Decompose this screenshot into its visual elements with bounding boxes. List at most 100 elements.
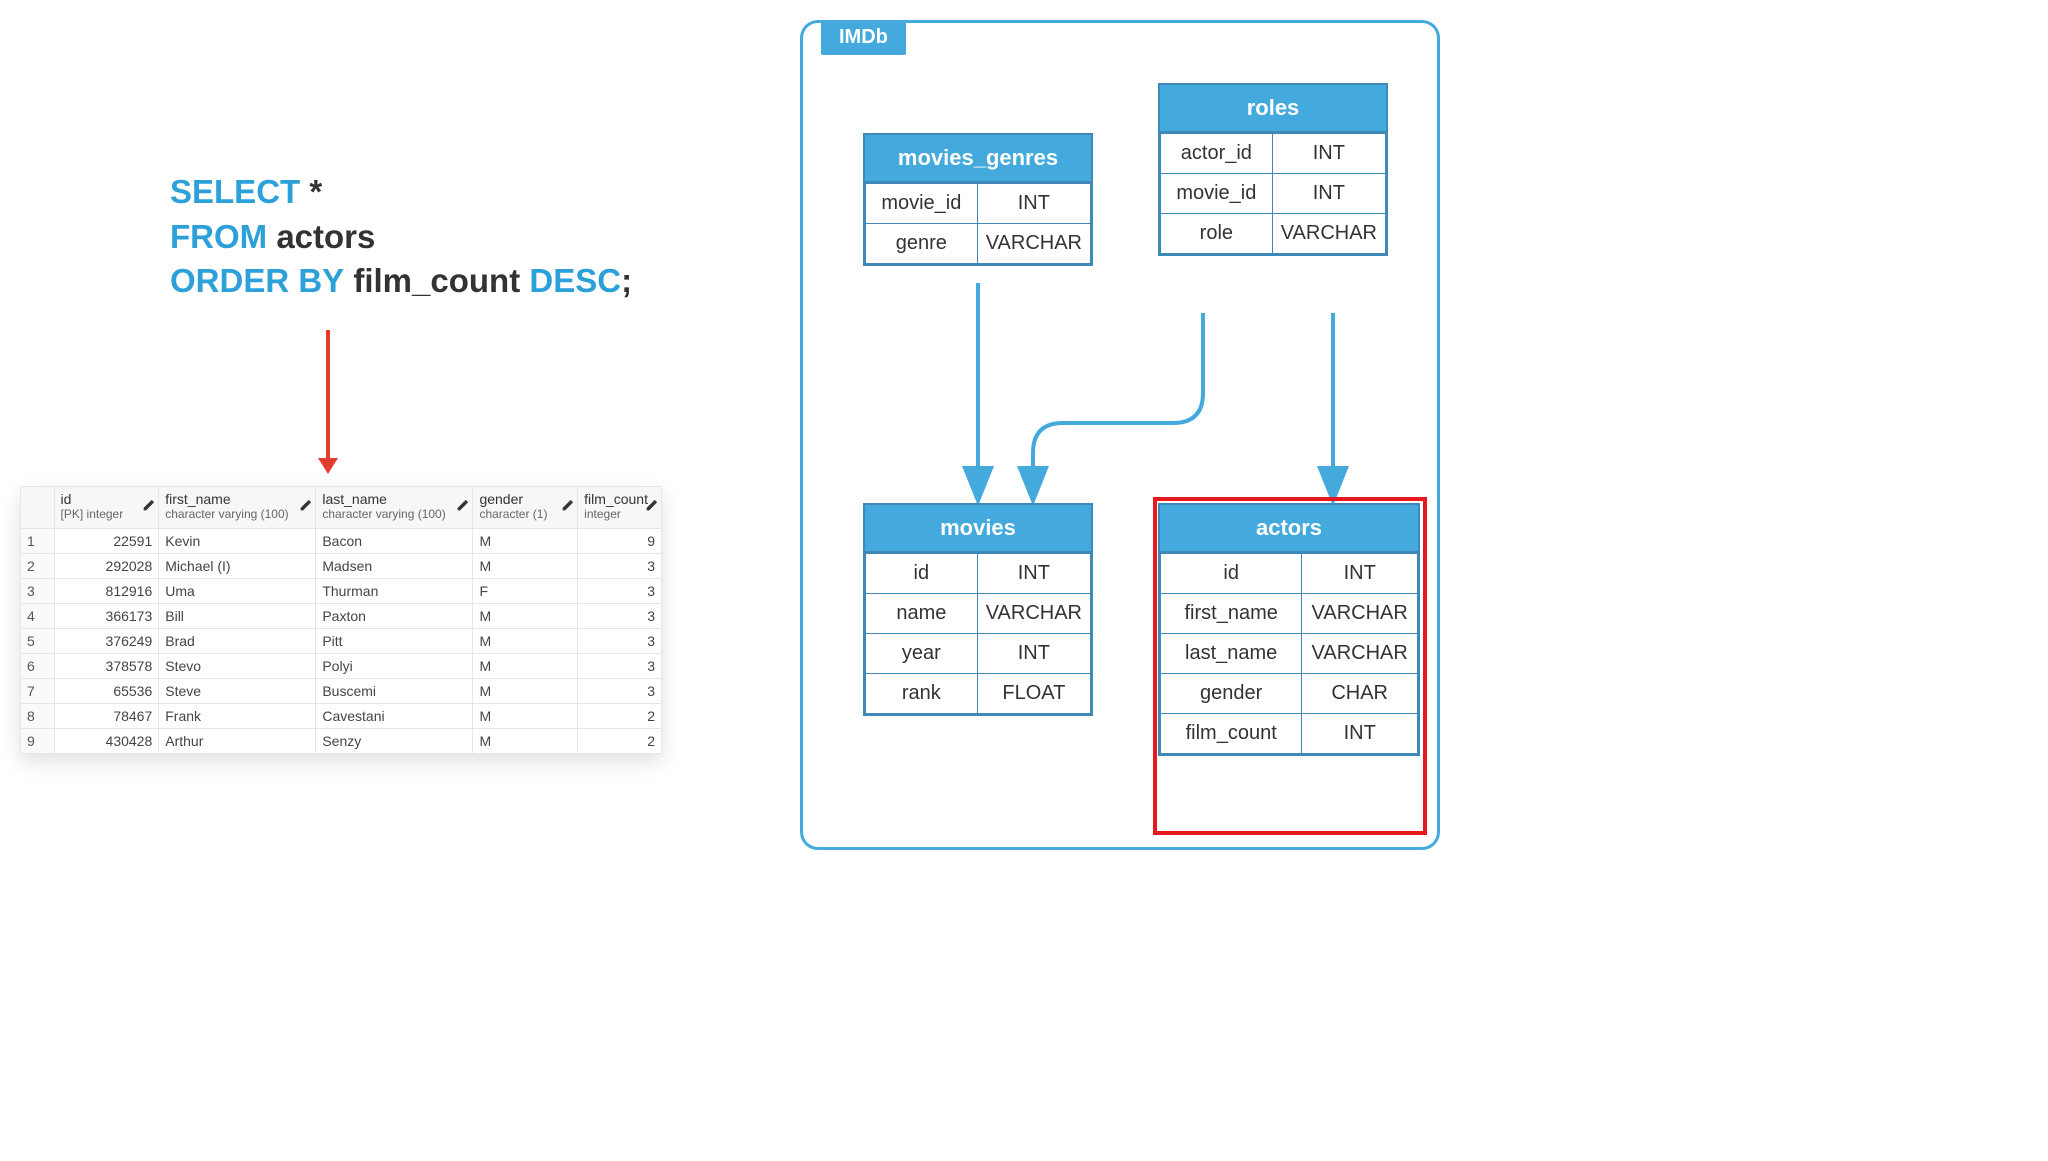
cell: 376249 [54,629,159,654]
cell: 3 [578,679,662,704]
entity-column-row: nameVARCHAR [866,594,1091,634]
entity-movies-genres: movies_genres movie_idINTgenreVARCHAR [863,133,1093,266]
cell: F [473,579,578,604]
entity-column-name: year [866,634,978,674]
entity-column-type: VARCHAR [1302,594,1418,634]
row-number-header [21,487,55,529]
entity-column-row: genreVARCHAR [866,224,1091,264]
entity-column-name: name [866,594,978,634]
cell: M [473,554,578,579]
row-number: 3 [21,579,55,604]
entity-column-name: movie_id [1161,174,1273,214]
cell: 3 [578,554,662,579]
cell: 430428 [54,729,159,754]
entity-column-type: CHAR [1302,674,1418,714]
entity-column-row: movie_idINT [1161,174,1386,214]
cell: Arthur [159,729,316,754]
entity-column-row: yearINT [866,634,1091,674]
column-name: gender [479,491,571,507]
entity-column-name: actor_id [1161,134,1273,174]
column-name: first_name [165,491,309,507]
entity-column-name: id [1161,554,1302,594]
cell: 22591 [54,529,159,554]
entity-columns: idINTfirst_nameVARCHARlast_nameVARCHARge… [1160,553,1418,754]
cell: Uma [159,579,316,604]
cell: M [473,629,578,654]
edit-icon[interactable] [561,499,573,511]
row-number: 2 [21,554,55,579]
row-number: 4 [21,604,55,629]
entity-column-name: gender [1161,674,1302,714]
entity-column-row: idINT [866,554,1091,594]
cell: 812916 [54,579,159,604]
entity-column-row: film_countINT [1161,714,1418,754]
column-type: character varying (100) [165,507,309,521]
entity-movies: movies idINTnameVARCHARyearINTrankFLOAT [863,503,1093,716]
column-type: character (1) [479,507,571,521]
entity-column-name: first_name [1161,594,1302,634]
row-number: 6 [21,654,55,679]
entity-column-name: rank [866,674,978,714]
cell: Kevin [159,529,316,554]
entity-column-type: INT [1302,554,1418,594]
entity-column-name: last_name [1161,634,1302,674]
cell: 366173 [54,604,159,629]
cell: 3 [578,654,662,679]
sql-semicolon: ; [621,262,632,299]
entity-column-type: VARCHAR [977,224,1090,264]
column-header: film_countinteger [578,487,662,529]
cell: 3 [578,579,662,604]
entity-column-row: movie_idINT [866,184,1091,224]
cell: 2 [578,729,662,754]
entity-column-type: INT [1272,174,1385,214]
cell: Bacon [316,529,473,554]
cell: M [473,529,578,554]
entity-column-type: INT [977,554,1090,594]
kw-from: FROM [170,218,267,255]
table-row: 2292028Michael (I)MadsenM3 [21,554,662,579]
cell: Pitt [316,629,473,654]
table-row: 5376249BradPittM3 [21,629,662,654]
cell: 2 [578,704,662,729]
entity-column-type: INT [977,634,1090,674]
cell: 9 [578,529,662,554]
table-row: 122591KevinBaconM9 [21,529,662,554]
column-type: character varying (100) [322,507,466,521]
entity-column-type: FLOAT [977,674,1090,714]
entity-columns: movie_idINTgenreVARCHAR [865,183,1091,264]
entity-actors: actors idINTfirst_nameVARCHARlast_nameVA… [1158,503,1420,756]
table-row: 878467FrankCavestaniM2 [21,704,662,729]
entity-column-type: VARCHAR [1302,634,1418,674]
entity-column-type: INT [1302,714,1418,754]
column-name: id [61,491,153,507]
edit-icon[interactable] [456,499,468,511]
cell: Madsen [316,554,473,579]
cell: Bill [159,604,316,629]
edit-icon[interactable] [142,499,154,511]
cell: 65536 [54,679,159,704]
cell: Thurman [316,579,473,604]
entity-column-row: rankFLOAT [866,674,1091,714]
row-number: 1 [21,529,55,554]
column-header: gendercharacter (1) [473,487,578,529]
entity-column-type: INT [1272,134,1385,174]
entity-header: movies [865,505,1091,553]
column-header: first_namecharacter varying (100) [159,487,316,529]
entity-columns: idINTnameVARCHARyearINTrankFLOAT [865,553,1091,714]
edit-icon[interactable] [645,499,657,511]
table-row: 3812916UmaThurmanF3 [21,579,662,604]
kw-orderby: ORDER BY [170,262,344,299]
kw-desc: DESC [529,262,621,299]
column-header: id[PK] integer [54,487,159,529]
edit-icon[interactable] [299,499,311,511]
cell: Senzy [316,729,473,754]
cell: Cavestani [316,704,473,729]
schema-panel: IMDb movies_genres movie_idINTgenreVARCH… [800,20,1440,850]
entity-column-type: INT [977,184,1090,224]
entity-roles: roles actor_idINTmovie_idINTroleVARCHAR [1158,83,1388,256]
result-table: id[PK] integerfirst_namecharacter varyin… [20,486,662,754]
column-header: last_namecharacter varying (100) [316,487,473,529]
cell: 3 [578,629,662,654]
entity-column-name: role [1161,214,1273,254]
entity-column-row: actor_idINT [1161,134,1386,174]
